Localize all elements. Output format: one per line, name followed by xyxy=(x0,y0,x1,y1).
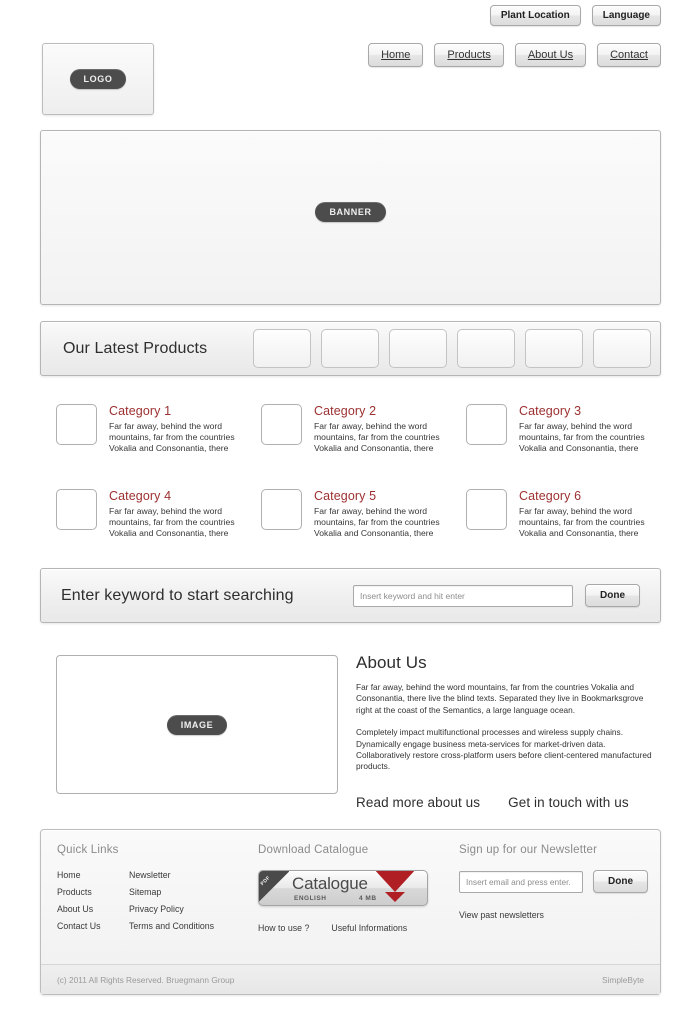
about-paragraph-2: Completely impact multifunctional proces… xyxy=(356,727,652,772)
download-arrow-icon xyxy=(373,871,417,892)
category-description: Far far away, behind the word mountains,… xyxy=(314,421,440,454)
latest-products-title: Our Latest Products xyxy=(63,339,208,357)
about-paragraph-1: Far far away, behind the word mountains,… xyxy=(356,682,644,715)
footer-link-about-us[interactable]: About Us xyxy=(57,904,129,914)
search-controls: Done xyxy=(353,584,640,607)
utility-bar: Plant Location Language xyxy=(489,5,661,26)
how-to-use-link[interactable]: How to use ? xyxy=(258,923,309,933)
logo[interactable]: LOGO xyxy=(42,43,154,115)
copyright-bar: (c) 2011 All Rights Reserved. Bruegmann … xyxy=(41,964,660,994)
search-label: Enter keyword to start searching xyxy=(61,586,294,604)
category-description: Far far away, behind the word mountains,… xyxy=(314,506,440,539)
category-title: Category 3 xyxy=(519,404,582,418)
quick-links-heading: Quick Links xyxy=(57,844,119,856)
catalogue-heading: Download Catalogue xyxy=(258,844,369,856)
catalogue-language: ENGLISH xyxy=(294,895,327,902)
category-title: Category 4 xyxy=(109,489,172,503)
newsletter-sub-links: View past newsletters xyxy=(459,910,654,920)
catalogue-name: Catalogue xyxy=(292,874,368,893)
page-root: Plant Location Language LOGO Home Produc… xyxy=(0,0,699,1024)
category-grid: Category 1 Far far away, behind the word… xyxy=(56,404,656,560)
footer-link-contact-us[interactable]: Contact Us xyxy=(57,921,129,931)
read-more-link[interactable]: Read more about us xyxy=(356,795,480,810)
quick-links-list: Home Newsletter Products Sitemap About U… xyxy=(57,870,282,931)
category-item[interactable]: Category 3 Far far away, behind the word… xyxy=(466,404,671,475)
category-description: Far far away, behind the word mountains,… xyxy=(109,421,235,454)
category-description: Far far away, behind the word mountains,… xyxy=(519,421,645,454)
nav-item-contact[interactable]: Contact xyxy=(597,43,661,67)
category-title: Category 1 xyxy=(109,404,172,418)
vendor-credit: SimpleByte xyxy=(602,974,644,985)
about-section: About Us Far far away, behind the word m… xyxy=(356,653,661,810)
download-arrow-small-icon xyxy=(385,892,405,902)
latest-products-bar: Our Latest Products xyxy=(40,321,661,376)
useful-informations-link[interactable]: Useful Informations xyxy=(331,923,407,933)
category-item[interactable]: Category 5 Far far away, behind the word… xyxy=(261,489,466,560)
main-navigation: Home Products About Us Contact xyxy=(368,43,661,67)
nav-item-products[interactable]: Products xyxy=(434,43,504,67)
footer-quick-links: Quick Links Home Newsletter Products Sit… xyxy=(57,844,282,931)
newsletter-email-input[interactable] xyxy=(459,870,583,893)
footer-link-products[interactable]: Products xyxy=(57,887,129,897)
category-thumbnail[interactable] xyxy=(261,404,302,445)
product-thumb-1[interactable] xyxy=(253,329,311,368)
about-image-label: IMAGE xyxy=(166,714,228,735)
about-links: Read more about us Get in touch with us xyxy=(356,795,661,810)
copyright-text: (c) 2011 All Rights Reserved. Bruegmann … xyxy=(57,974,235,985)
newsletter-heading: Sign up for our Newsletter xyxy=(459,844,598,856)
about-heading: About Us xyxy=(356,653,427,672)
newsletter-done-button[interactable]: Done xyxy=(593,870,648,893)
category-item[interactable]: Category 2 Far far away, behind the word… xyxy=(261,404,466,475)
category-thumbnail[interactable] xyxy=(466,404,507,445)
download-catalogue-button[interactable]: PDF Catalogue ENGLISH 4 MB xyxy=(258,870,428,906)
view-past-newsletters-link[interactable]: View past newsletters xyxy=(459,910,544,920)
footer-newsletter: Sign up for our Newsletter Done View pas… xyxy=(459,844,654,920)
search-done-button[interactable]: Done xyxy=(585,584,640,607)
category-title: Category 6 xyxy=(519,489,582,503)
category-thumbnail[interactable] xyxy=(466,489,507,530)
newsletter-form: Done xyxy=(459,870,654,893)
category-description: Far far away, behind the word mountains,… xyxy=(109,506,235,539)
category-item[interactable]: Category 1 Far far away, behind the word… xyxy=(56,404,261,475)
category-thumbnail[interactable] xyxy=(56,489,97,530)
plant-location-button[interactable]: Plant Location xyxy=(489,5,581,26)
search-bar: Enter keyword to start searching Done xyxy=(40,568,661,623)
category-thumbnail[interactable] xyxy=(261,489,302,530)
get-in-touch-link[interactable]: Get in touch with us xyxy=(508,795,629,810)
nav-item-about-us[interactable]: About Us xyxy=(514,43,587,67)
category-item[interactable]: Category 4 Far far away, behind the word… xyxy=(56,489,261,560)
latest-products-thumbnails xyxy=(253,329,651,368)
catalogue-sub-links: How to use ? Useful Informations xyxy=(258,923,458,933)
pdf-ribbon-icon: PDF xyxy=(259,871,289,905)
category-title: Category 2 xyxy=(314,404,377,418)
about-image-placeholder[interactable]: IMAGE xyxy=(56,655,338,794)
product-thumb-3[interactable] xyxy=(389,329,447,368)
footer-catalogue: Download Catalogue PDF Catalogue ENGLISH… xyxy=(258,844,458,933)
category-item[interactable]: Category 6 Far far away, behind the word… xyxy=(466,489,671,560)
category-thumbnail[interactable] xyxy=(56,404,97,445)
language-button[interactable]: Language xyxy=(591,5,661,26)
footer: Quick Links Home Newsletter Products Sit… xyxy=(40,829,661,995)
nav-item-home[interactable]: Home xyxy=(368,43,424,67)
pdf-ribbon-label: PDF xyxy=(259,874,272,888)
search-input[interactable] xyxy=(353,584,573,607)
product-thumb-6[interactable] xyxy=(593,329,651,368)
catalogue-filesize: 4 MB xyxy=(359,895,377,902)
logo-label: LOGO xyxy=(69,69,127,89)
banner-placeholder[interactable]: BANNER xyxy=(40,130,661,305)
product-thumb-2[interactable] xyxy=(321,329,379,368)
banner-label: BANNER xyxy=(315,201,386,222)
product-thumb-4[interactable] xyxy=(457,329,515,368)
footer-link-home[interactable]: Home xyxy=(57,870,129,880)
category-description: Far far away, behind the word mountains,… xyxy=(519,506,645,539)
category-title: Category 5 xyxy=(314,489,377,503)
product-thumb-5[interactable] xyxy=(525,329,583,368)
